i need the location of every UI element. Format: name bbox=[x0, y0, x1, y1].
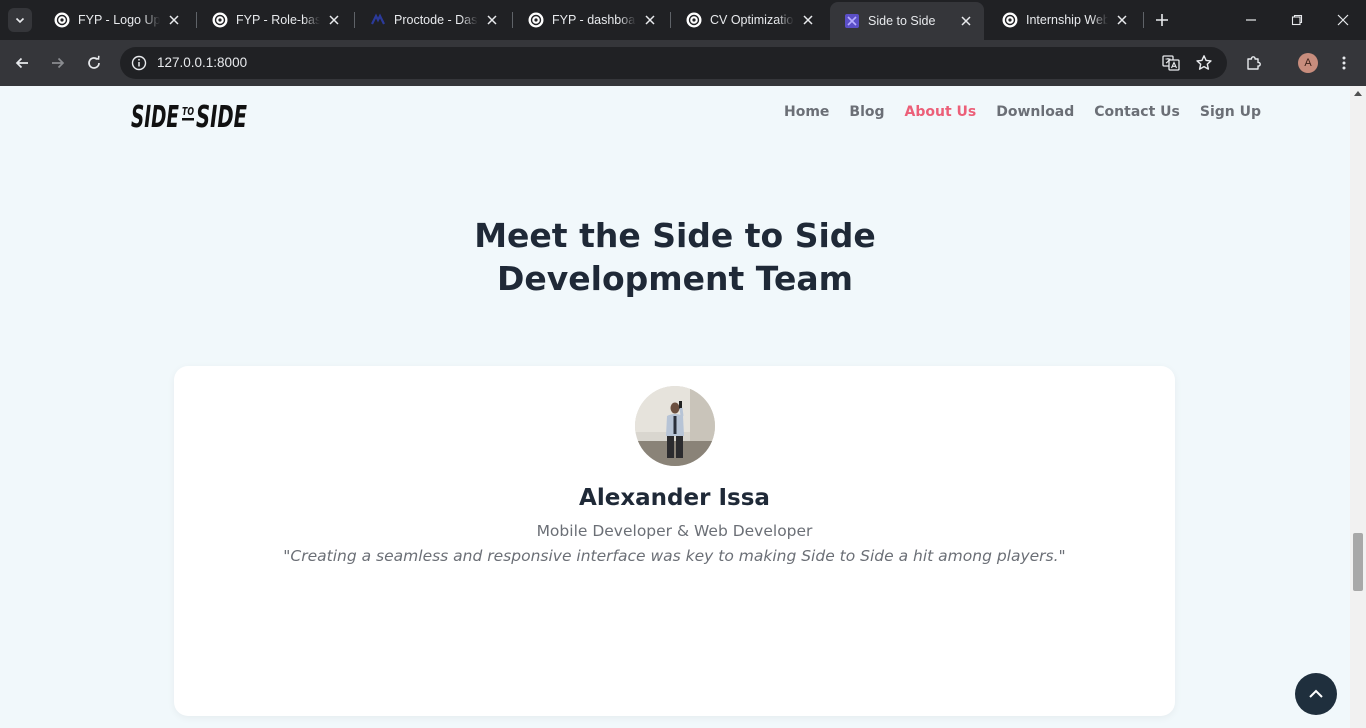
tab-title: FYP - Role-based bbox=[236, 13, 320, 27]
plus-icon bbox=[1156, 14, 1168, 26]
close-icon[interactable] bbox=[484, 12, 500, 28]
browser-tab[interactable]: Proctode - Dashboard bbox=[356, 4, 510, 36]
close-icon[interactable] bbox=[958, 13, 974, 29]
close-icon[interactable] bbox=[800, 12, 816, 28]
svg-text:TO: TO bbox=[182, 105, 194, 118]
side-to-side-icon bbox=[844, 13, 860, 29]
bookmark-star-icon[interactable] bbox=[1193, 52, 1215, 74]
heading-line-2: Development Team bbox=[497, 259, 853, 298]
more-vertical-icon bbox=[1342, 56, 1346, 70]
back-button[interactable] bbox=[8, 49, 36, 77]
forward-button[interactable] bbox=[44, 49, 72, 77]
member-name: Alexander Issa bbox=[579, 485, 770, 511]
tab-title: FYP - Logo Upload bbox=[78, 13, 160, 27]
reload-button[interactable] bbox=[80, 49, 108, 77]
browser-tab[interactable]: FYP - Logo Upload bbox=[40, 4, 192, 36]
browser-tab[interactable]: FYP - dashboard bbox=[514, 4, 668, 36]
nav-item-home[interactable]: Home bbox=[784, 104, 829, 120]
member-role: Mobile Developer & Web Developer bbox=[536, 522, 813, 540]
member-photo bbox=[635, 386, 715, 466]
site-info-icon[interactable] bbox=[128, 52, 150, 74]
arrow-right-icon bbox=[52, 57, 65, 69]
minimize-button[interactable] bbox=[1228, 0, 1274, 40]
close-window-button[interactable] bbox=[1320, 0, 1366, 40]
back-to-top-button[interactable] bbox=[1295, 673, 1337, 715]
url-text[interactable]: 127.0.0.1:8000 bbox=[157, 55, 247, 70]
svg-text:SIDE: SIDE bbox=[131, 100, 179, 131]
browser-menu-button[interactable] bbox=[1330, 49, 1358, 77]
section-heading: Meet the Side to Side Development Team bbox=[0, 214, 1350, 300]
page-viewport: SIDE TO SIDE Home Blog About Us Download… bbox=[0, 86, 1350, 728]
restore-icon bbox=[1291, 14, 1303, 26]
scrollbar-thumb[interactable] bbox=[1353, 533, 1363, 591]
nav-item-download[interactable]: Download bbox=[996, 104, 1074, 120]
chevron-up-icon bbox=[1309, 689, 1323, 698]
restore-button[interactable] bbox=[1274, 0, 1320, 40]
browser-toolbar: 127.0.0.1:8000 A bbox=[0, 40, 1366, 86]
address-bar[interactable]: 127.0.0.1:8000 bbox=[120, 47, 1227, 79]
tab-divider bbox=[1143, 12, 1144, 28]
team-member-card: Alexander Issa Mobile Developer & Web De… bbox=[174, 366, 1175, 716]
extensions-button[interactable] bbox=[1240, 49, 1268, 77]
tab-title: FYP - dashboard bbox=[552, 13, 636, 27]
nav-item-blog[interactable]: Blog bbox=[849, 104, 884, 120]
close-icon bbox=[1337, 14, 1349, 26]
tab-divider bbox=[354, 12, 355, 28]
chatgpt-icon bbox=[54, 12, 70, 28]
close-icon[interactable] bbox=[642, 12, 658, 28]
tab-title: Internship Web Dev bbox=[1026, 13, 1108, 27]
tab-divider bbox=[670, 12, 671, 28]
chatgpt-icon bbox=[1002, 12, 1018, 28]
nav-item-contact-us[interactable]: Contact Us bbox=[1094, 104, 1180, 120]
browser-tab-active[interactable]: Side to Side bbox=[830, 2, 984, 40]
tab-title: Proctode - Dashboard bbox=[394, 13, 478, 27]
translate-icon[interactable] bbox=[1160, 52, 1182, 74]
page-scrollbar[interactable] bbox=[1350, 86, 1366, 728]
site-logo[interactable]: SIDE TO SIDE bbox=[131, 95, 249, 135]
reload-icon bbox=[88, 55, 100, 69]
avatar: A bbox=[1298, 53, 1318, 73]
chatgpt-icon bbox=[686, 12, 702, 28]
new-tab-button[interactable] bbox=[1150, 8, 1174, 32]
tab-divider bbox=[512, 12, 513, 28]
chevron-down-icon bbox=[15, 17, 25, 24]
browser-tab[interactable]: CV Optimization bbox=[672, 4, 826, 36]
scroll-up-arrow-icon[interactable] bbox=[1354, 91, 1362, 96]
heading-line-1: Meet the Side to Side bbox=[474, 216, 876, 255]
chatgpt-icon bbox=[212, 12, 228, 28]
profile-button[interactable]: A bbox=[1294, 49, 1322, 77]
member-quote: "Creating a seamless and responsive inte… bbox=[283, 547, 1066, 565]
chatgpt-icon bbox=[528, 12, 544, 28]
close-icon[interactable] bbox=[326, 12, 342, 28]
tab-search-button[interactable] bbox=[8, 8, 32, 32]
browser-tab-strip: FYP - Logo Upload FYP - Role-based Proct… bbox=[0, 0, 1366, 40]
puzzle-icon bbox=[1247, 56, 1261, 70]
tab-title: CV Optimization bbox=[710, 13, 794, 27]
side-to-side-logo: SIDE TO SIDE bbox=[131, 100, 247, 135]
minimize-icon bbox=[1246, 19, 1256, 21]
close-icon[interactable] bbox=[1114, 12, 1130, 28]
browser-tab[interactable]: FYP - Role-based bbox=[198, 4, 352, 36]
svg-text:SIDE: SIDE bbox=[196, 100, 247, 131]
nav-item-about-us[interactable]: About Us bbox=[905, 104, 977, 120]
tab-divider bbox=[196, 12, 197, 28]
nav-item-sign-up[interactable]: Sign Up bbox=[1200, 104, 1261, 120]
arrow-left-icon bbox=[15, 57, 28, 69]
tab-title: Side to Side bbox=[868, 14, 936, 28]
proctode-icon bbox=[370, 12, 386, 28]
browser-tab[interactable]: Internship Web Dev bbox=[988, 4, 1140, 36]
main-nav: Home Blog About Us Download Contact Us S… bbox=[784, 104, 1261, 120]
close-icon[interactable] bbox=[166, 12, 182, 28]
person-photo-icon bbox=[635, 386, 715, 466]
